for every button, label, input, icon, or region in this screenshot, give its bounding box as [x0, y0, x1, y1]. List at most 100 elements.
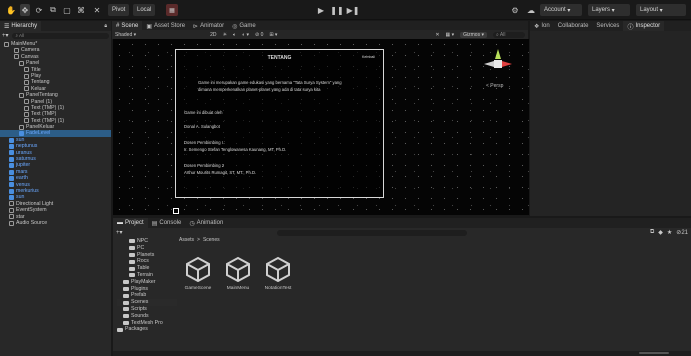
asset-item-gamescene[interactable]: GameScene — [178, 256, 218, 291]
folder-icon — [123, 314, 129, 319]
hierarchy-item[interactable]: Audio Source — [0, 220, 111, 226]
effects-icon[interactable]: ◐ ▾ — [242, 32, 249, 38]
advisor1-label: Dosen Pembimbing I : — [184, 140, 226, 145]
inspector-tabbar: ❖ Ion Collaborate Services ⓘ Inspector — [530, 21, 691, 31]
asset-item-mainmenu[interactable]: MainMenu — [218, 256, 258, 291]
back-button[interactable]: Kembali — [362, 55, 375, 59]
tab-inspector[interactable]: ⓘ Inspector — [623, 21, 665, 31]
folder-item[interactable]: NPC — [117, 238, 177, 245]
tab-collaborate[interactable]: Collaborate — [554, 21, 593, 31]
scene-orientation-gizmo[interactable] — [480, 47, 516, 81]
icon-size-slider[interactable] — [639, 352, 669, 354]
tab-ion[interactable]: ❖ Ion — [530, 21, 554, 31]
folder-item[interactable]: Plugins — [117, 286, 177, 293]
gizmos-dropdown[interactable]: Gizmos ▾ — [460, 31, 487, 38]
asset-store-tab-label: Asset Store — [154, 23, 186, 29]
prefab-icon — [9, 175, 14, 181]
scene-view-toolbar: Shaded ▾ 2D ☀ 🔈︎ ◐ ▾ ⊘ 0 ⊞ ▾ ✕ ▦ ▾ Gizmo… — [112, 30, 528, 39]
folder-item[interactable]: PC — [117, 245, 177, 252]
unity-scene-icon — [266, 256, 290, 283]
custom-tool-icon[interactable]: ✕ — [92, 4, 102, 16]
tab-services[interactable]: Services — [592, 21, 623, 31]
folder-icon — [123, 320, 129, 325]
tab-animation[interactable]: ◷ Animation — [185, 218, 227, 228]
hand-tool-icon[interactable]: ✋ — [6, 4, 16, 16]
step-button[interactable]: ▶❚ — [347, 4, 360, 16]
folder-item[interactable]: Rocs — [117, 258, 177, 265]
pause-button[interactable]: ❚❚ — [330, 4, 343, 16]
rect-tool-icon[interactable]: ▢ — [62, 4, 72, 16]
hierarchy-panel: ☰ Hierarchy 🔒︎ +▾ ⌕ All MainMenu* Camera C… — [0, 21, 111, 356]
filter-type-icon[interactable]: ⧉ — [650, 229, 654, 236]
gizmo-search-input[interactable]: ⌕ All — [493, 31, 525, 38]
filter-label-icon[interactable]: ◆ — [658, 229, 663, 236]
layers-dropdown[interactable]: Layers ▾ — [588, 4, 630, 16]
unity-scene-icon — [186, 256, 210, 283]
perspective-label[interactable]: < Persp — [486, 83, 503, 89]
folder-item[interactable]: TextMesh Pro — [117, 320, 177, 327]
favorite-icon[interactable]: ★ — [667, 229, 672, 236]
prefab-icon — [19, 131, 24, 137]
scene-view[interactable]: TENTANG Kembali Game ini merupakan game … — [113, 39, 529, 215]
gameobject-icon — [19, 124, 24, 130]
tab-hierarchy[interactable]: ☰ Hierarchy — [0, 21, 42, 31]
folder-item[interactable]: PlayMaker — [117, 279, 177, 286]
camera-settings-icon[interactable]: ▦ ▾ — [446, 32, 455, 38]
project-search-input[interactable] — [276, 229, 467, 236]
gameobject-icon — [14, 54, 19, 60]
play-button[interactable]: ▶ — [316, 4, 326, 16]
create-asset-icon[interactable]: +▾ — [116, 229, 123, 236]
audio-icon[interactable]: 🔈︎ — [233, 32, 236, 38]
panel-corner-handle[interactable] — [173, 208, 179, 214]
lock-icon[interactable]: 🔒︎ — [104, 23, 107, 29]
gameobject-icon — [24, 73, 29, 79]
folder-item[interactable]: Scenes — [117, 299, 177, 306]
tools-icon[interactable]: ⊞ ▾ — [269, 32, 277, 38]
camera-tools-icon[interactable]: ✕ — [435, 32, 439, 38]
folder-item[interactable]: Terrain — [117, 272, 177, 279]
animator-icon: ⊳ — [193, 23, 199, 30]
folder-item[interactable]: Planets — [117, 252, 177, 259]
account-dropdown[interactable]: Account ▾ — [540, 4, 582, 16]
visibility-icon[interactable]: ⊘21 — [676, 229, 688, 236]
project-toolbar: +▾ ⧉ ◆ ★ ⊘21 — [113, 228, 691, 237]
folder-item[interactable]: Packages — [117, 326, 177, 333]
rotate-tool-icon[interactable]: ⟳ — [34, 4, 44, 16]
asset-item-notationtest[interactable]: NotationTest — [258, 256, 298, 291]
folder-icon — [129, 273, 135, 278]
transform-tool-icon[interactable]: ⌘ — [76, 4, 86, 16]
collab-icon[interactable]: ⚙ — [509, 4, 521, 16]
move-tool-icon[interactable]: ✥ — [20, 4, 30, 16]
folder-label: Terrain — [137, 271, 153, 278]
pivot-toggle[interactable]: Pivot — [108, 4, 130, 16]
breadcrumb-root[interactable]: Assets — [179, 237, 194, 243]
lighting-icon[interactable]: ☀ — [223, 32, 227, 38]
snap-icon[interactable]: ▦ — [166, 4, 178, 16]
folder-item[interactable]: Sounds — [117, 313, 177, 320]
about-panel[interactable]: TENTANG Kembali Game ini merupakan game … — [175, 49, 384, 198]
hidden-objects-icon[interactable]: ⊘ 0 — [255, 32, 263, 38]
hierarchy-search-input[interactable]: ⌕ All — [11, 32, 109, 39]
layout-dropdown[interactable]: Layout ▾ — [636, 4, 686, 16]
mode-2d-label: 2D — [210, 31, 217, 38]
scale-tool-icon[interactable]: ⧉ — [48, 4, 58, 16]
gameobject-icon — [9, 207, 14, 213]
add-icon[interactable]: +▾ — [2, 32, 9, 39]
folder-item[interactable]: Scripts — [117, 306, 177, 313]
folder-label: Table — [137, 265, 150, 272]
gamepad-icon: ◎ — [232, 23, 238, 30]
about-description-2: dimana memperkenalkan planet-planet yang… — [198, 87, 321, 92]
mode-2d-toggle[interactable]: 2D — [210, 32, 216, 38]
shading-mode-dropdown[interactable]: Shaded ▾ — [115, 32, 136, 38]
folder-item[interactable]: Prefab — [117, 292, 177, 299]
folder-icon — [123, 280, 129, 285]
local-toggle[interactable]: Local — [133, 4, 156, 16]
folder-item[interactable]: Table — [117, 265, 177, 272]
animation-icon: ◷ — [189, 220, 195, 227]
advisor1-name: Ir. Semengo Stefan Tenglowanesa Kaunang,… — [184, 147, 287, 152]
tab-project[interactable]: ▬ Project — [113, 218, 148, 228]
breadcrumb-current[interactable]: Scenes — [203, 237, 220, 243]
cloud-icon[interactable]: ☁ — [525, 4, 537, 16]
tab-console[interactable]: ▤ Console — [148, 218, 186, 228]
store-icon: ▣ — [146, 23, 153, 30]
